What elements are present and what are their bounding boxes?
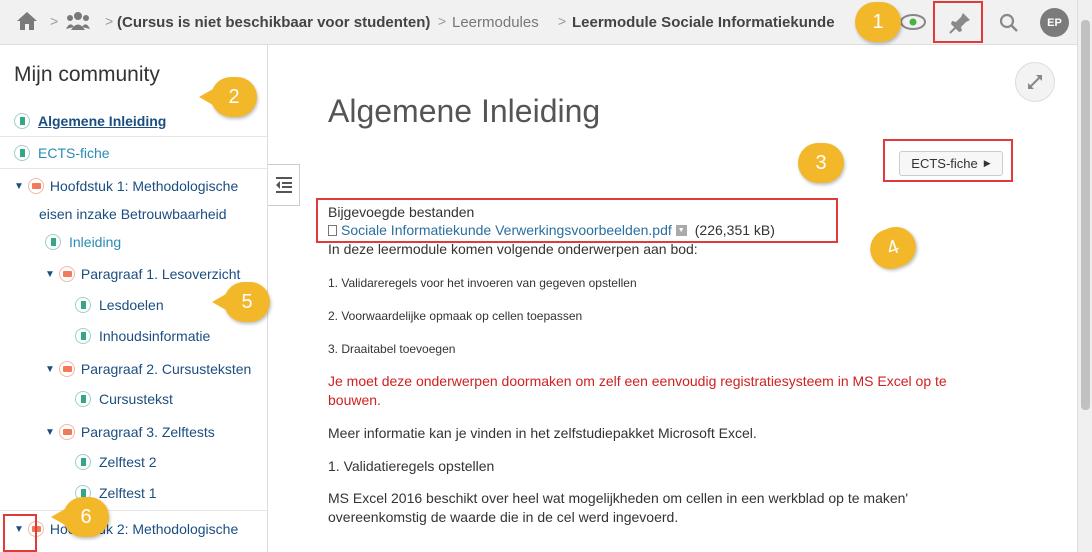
- divider: [0, 510, 267, 511]
- breadcrumb-modules[interactable]: Leermodules: [452, 14, 539, 31]
- warning-text-line1: Je moet deze onderwerpen doormaken om ze…: [328, 373, 947, 389]
- callout-6: 6: [51, 497, 109, 537]
- folder-icon: [27, 178, 44, 194]
- folder-icon: [58, 361, 75, 377]
- sidebar-item-lesdoelen[interactable]: Lesdoelen: [75, 297, 164, 313]
- scrollbar[interactable]: [1077, 0, 1092, 552]
- highlight-ects-button: [883, 139, 1013, 182]
- warning-text-line2: bouwen.: [328, 392, 381, 408]
- sidebar-item-hoofdstuk-2[interactable]: ▼ Hoofdstuk 2: Methodologische: [14, 521, 238, 537]
- breadcrumb-separator: >: [558, 13, 567, 29]
- eye-icon[interactable]: [900, 14, 926, 35]
- community-icon[interactable]: [66, 11, 90, 36]
- sidebar-item-paragraaf-2[interactable]: ▼ Paragraaf 2. Cursusteksten: [45, 361, 251, 377]
- paragraph-line2: overeenkomstig de waarde die in de cel w…: [328, 509, 679, 525]
- sidebar-item-hoofdstuk-1-line2[interactable]: eisen inzake Betrouwbaarheid: [39, 206, 227, 222]
- sidebar-item-algemene-inleiding[interactable]: Algemene Inleiding: [14, 113, 166, 129]
- sidebar-item-inhoudsinformatie[interactable]: Inhoudsinformatie: [75, 328, 210, 344]
- home-icon[interactable]: [16, 11, 38, 36]
- breadcrumb-separator: >: [50, 13, 59, 29]
- callout-5: 5: [212, 282, 270, 322]
- divider: [0, 136, 267, 137]
- document-icon: [75, 391, 91, 407]
- document-icon: [75, 297, 91, 313]
- callout-3: 3: [798, 143, 844, 183]
- sidebar-item-hoofdstuk-1[interactable]: ▼ Hoofdstuk 1: Methodologische: [14, 178, 238, 194]
- breadcrumb-separator: >: [105, 13, 114, 29]
- topic-1: 1. Validareregels voor het invoeren van …: [328, 276, 637, 290]
- topic-2: 2. Voorwaardelijke opmaak op cellen toep…: [328, 309, 583, 323]
- collapse-icon[interactable]: ▼: [14, 181, 24, 192]
- sidebar-item-paragraaf-1[interactable]: ▼ Paragraaf 1. Lesoverzicht: [45, 266, 240, 282]
- paragraph-line1: MS Excel 2016 beschikt over heel wat mog…: [328, 490, 909, 506]
- sidebar-title: Mijn community: [14, 63, 160, 86]
- breadcrumb-separator: >: [438, 13, 447, 29]
- collapse-icon[interactable]: ▼: [45, 364, 55, 375]
- highlight-pin: [933, 1, 983, 43]
- collapse-icon[interactable]: ▼: [45, 269, 55, 280]
- callout-2: 2: [199, 77, 257, 117]
- expand-button[interactable]: [1015, 62, 1055, 102]
- breadcrumb-current: Leermodule Sociale Informatiekunde: [572, 14, 835, 31]
- intro-text: In deze leermodule komen volgende onderw…: [328, 241, 698, 257]
- topic-3: 3. Draaitabel toevoegen: [328, 342, 456, 356]
- document-icon: [14, 145, 30, 161]
- document-icon: [45, 234, 61, 250]
- breadcrumb-course[interactable]: (Cursus is niet beschikbaar voor student…: [117, 14, 430, 31]
- document-icon: [14, 113, 30, 129]
- sidebar-item-inleiding[interactable]: Inleiding: [45, 234, 121, 250]
- sidebar-item-cursustekst[interactable]: Cursustekst: [75, 391, 173, 407]
- scrollbar-thumb[interactable]: [1081, 20, 1090, 410]
- folder-icon: [58, 266, 75, 282]
- expand-icon: [1028, 75, 1042, 89]
- avatar[interactable]: EP: [1040, 8, 1069, 37]
- callout-1: 1: [855, 2, 901, 42]
- sidebar-item-paragraaf-3[interactable]: ▼ Paragraaf 3. Zelftests: [45, 424, 215, 440]
- divider: [0, 168, 267, 169]
- search-icon[interactable]: [999, 13, 1019, 38]
- main-content: Algemene Inleiding ECTS-fiche ▶ Bijgevoe…: [270, 45, 1076, 552]
- highlight-expand-toggle: [3, 514, 37, 552]
- sidebar-item-zelftest-2[interactable]: Zelftest 2: [75, 454, 157, 470]
- document-icon: [75, 328, 91, 344]
- folder-icon: [58, 424, 75, 440]
- top-bar: > > (Cursus is niet beschikbaar voor stu…: [0, 0, 1077, 45]
- section-heading: 1. Validatieregels opstellen: [328, 458, 495, 474]
- page-title: Algemene Inleiding: [328, 93, 601, 129]
- sidebar-item-ects-fiche[interactable]: ECTS-fiche: [14, 145, 110, 161]
- collapse-icon[interactable]: ▼: [45, 427, 55, 438]
- more-info-text: Meer informatie kan je vinden in het zel…: [328, 425, 757, 441]
- document-icon: [75, 454, 91, 470]
- highlight-attachment: [316, 198, 838, 243]
